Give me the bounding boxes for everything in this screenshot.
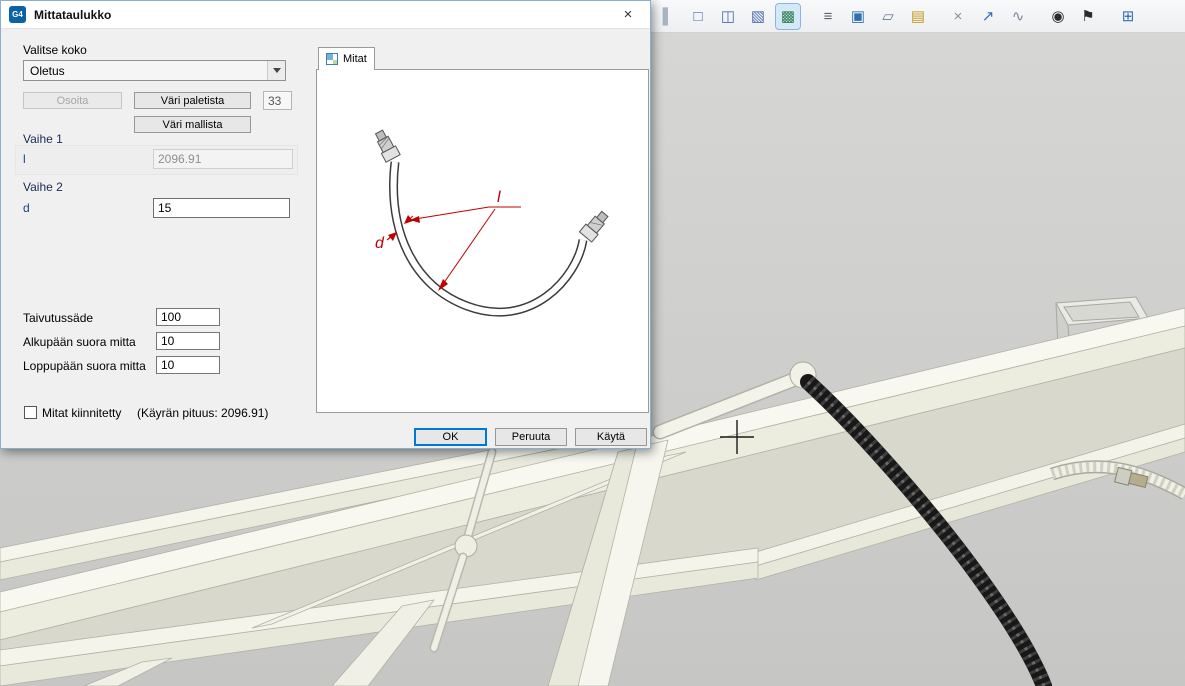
mitat-kiinnitetty-checkbox[interactable] bbox=[24, 406, 37, 419]
vari-paletista-button[interactable]: Väri paletista bbox=[134, 92, 251, 109]
diameter-field-label: d bbox=[23, 201, 30, 215]
mitat-tab-icon bbox=[326, 53, 338, 65]
bend-radius-input[interactable] bbox=[156, 308, 220, 326]
mitat-tab-label: Mitat bbox=[343, 53, 367, 65]
clipped-panel-icon[interactable]: ▌ bbox=[656, 4, 680, 29]
app-g4-icon: G4 bbox=[9, 6, 26, 23]
rendered-cube-icon[interactable]: ▩ bbox=[776, 4, 800, 29]
open-view-window-icon[interactable]: ⊞ bbox=[1116, 4, 1140, 29]
dialog-title: Mittataulukko bbox=[34, 8, 111, 22]
bend-radius-label: Taivutussäde bbox=[23, 311, 93, 325]
curve-length-note: (Käyrän pituus: 2096.91) bbox=[137, 406, 268, 420]
measurement-dialog: G4 Mittataulukko × Valitse koko Oletus O… bbox=[0, 0, 651, 449]
size-select-value: Oletus bbox=[30, 64, 65, 78]
shaded-cube-icon[interactable]: ▧ bbox=[746, 4, 770, 29]
start-straight-label: Alkupään suora mitta bbox=[23, 335, 136, 349]
report-document-icon[interactable]: ▣ bbox=[846, 4, 870, 29]
end-straight-label: Loppupään suora mitta bbox=[23, 359, 146, 373]
layers-stack-icon[interactable]: ▤ bbox=[906, 4, 930, 29]
hose-preview-drawing: l d bbox=[317, 70, 648, 412]
preview-hose-curve bbox=[394, 162, 583, 312]
phase2-label: Vaihe 2 bbox=[23, 180, 63, 194]
end-straight-input[interactable] bbox=[156, 356, 220, 374]
osoita-button[interactable]: Osoita bbox=[23, 92, 122, 109]
select-size-label: Valitse koko bbox=[23, 43, 87, 57]
delete-cross-icon[interactable]: × bbox=[946, 4, 970, 29]
preview-left-fitting bbox=[372, 128, 400, 162]
length-field-label: l bbox=[23, 152, 26, 166]
ok-button[interactable]: OK bbox=[414, 428, 487, 446]
hidden-line-cube-icon[interactable]: ◫ bbox=[716, 4, 740, 29]
mitat-kiinnitetty-label: Mitat kiinnitetty bbox=[42, 406, 121, 420]
chevron-down-icon bbox=[267, 61, 285, 80]
dimension-length-label: l bbox=[497, 189, 501, 206]
parts-list-icon[interactable]: ≡ bbox=[816, 4, 840, 29]
hose-preview-panel: l d bbox=[316, 69, 649, 413]
palette-number-input[interactable] bbox=[263, 91, 292, 110]
phase1-label: Vaihe 1 bbox=[23, 132, 63, 146]
wireframe-cube-icon[interactable]: □ bbox=[686, 4, 710, 29]
application-window: ▌□◫▧▩≡▣▱▤×↗∿◉⚑⊞ G4 Mittataulukko × Valit… bbox=[0, 0, 1185, 686]
dimension-diameter-label: d bbox=[375, 235, 385, 252]
start-straight-input[interactable] bbox=[156, 332, 220, 350]
vari-mallista-button[interactable]: Väri mallista bbox=[134, 116, 251, 133]
cancel-button[interactable]: Peruuta bbox=[495, 428, 567, 446]
dialog-titlebar[interactable]: G4 Mittataulukko × bbox=[1, 1, 650, 29]
preview-right-fitting bbox=[579, 209, 611, 242]
coordinate-axes-icon[interactable]: ↗ bbox=[976, 4, 1000, 29]
length-input[interactable] bbox=[153, 149, 293, 169]
drawing-sheet-icon[interactable]: ▱ bbox=[876, 4, 900, 29]
hide-objects-icon[interactable]: ⚑ bbox=[1076, 4, 1100, 29]
apply-button[interactable]: Käytä bbox=[575, 428, 647, 446]
size-select[interactable]: Oletus bbox=[23, 60, 286, 81]
diameter-input[interactable] bbox=[153, 198, 290, 218]
attach-clip-icon[interactable]: ∿ bbox=[1006, 4, 1030, 29]
visibility-eye-icon[interactable]: ◉ bbox=[1046, 4, 1070, 29]
tab-mitat[interactable]: Mitat bbox=[318, 47, 375, 70]
top-toolbar: ▌□◫▧▩ ≡▣▱▤ ×↗∿ ◉⚑ ⊞ bbox=[651, 0, 1185, 33]
close-icon[interactable]: × bbox=[614, 4, 642, 26]
